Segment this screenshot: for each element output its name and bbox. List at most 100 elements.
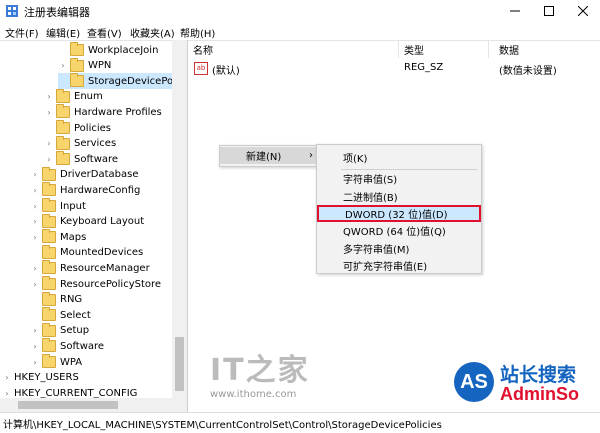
tree-item[interactable]: › Keyboard Layout xyxy=(30,213,145,230)
tree-item-label: RNG xyxy=(60,294,83,306)
submenu-item-label: 多字符串值(M) xyxy=(343,244,410,256)
scrollbar-thumb[interactable] xyxy=(175,337,184,391)
tree-item[interactable]: › WPA xyxy=(30,354,82,370)
submenu-item-label: QWORD (64 位)值(Q) xyxy=(343,227,446,239)
expand-chevron-icon[interactable]: › xyxy=(58,61,68,70)
close-icon xyxy=(578,6,588,16)
column-data[interactable]: 数据 xyxy=(494,40,599,58)
maximize-icon xyxy=(544,6,554,16)
adminso-en: AdminSo xyxy=(500,384,579,404)
tree-item-label: Keyboard Layout xyxy=(60,216,145,228)
tree-item-label: Setup xyxy=(60,325,90,337)
tree-item-label: Select xyxy=(60,309,91,321)
tree-item[interactable]: › WPN xyxy=(58,57,112,74)
expand-chevron-icon[interactable]: › xyxy=(30,264,40,273)
expand-chevron-icon[interactable]: › xyxy=(2,373,12,382)
scrollbar-thumb[interactable] xyxy=(18,401,118,409)
folder-icon xyxy=(42,260,56,275)
folder-icon xyxy=(42,354,56,368)
context-menu: 新建(N) › xyxy=(219,145,320,167)
expand-chevron-icon[interactable]: › xyxy=(44,92,54,101)
tree-item[interactable]: › Software xyxy=(44,151,118,167)
folder-icon xyxy=(42,229,56,244)
column-name[interactable]: 名称 xyxy=(188,40,399,58)
tree-item-label: MountedDevices xyxy=(60,247,144,259)
submenu-item[interactable]: DWORD (32 位)值(D) xyxy=(317,204,481,222)
title-bar: 注册表编辑器 xyxy=(0,0,600,22)
folder-icon xyxy=(70,42,84,56)
tree-item[interactable]: WorkplaceJoin xyxy=(58,42,158,58)
tree-item-label: Software xyxy=(60,340,105,352)
expand-chevron-icon[interactable]: › xyxy=(30,186,40,195)
tree-item[interactable]: › Maps xyxy=(30,229,86,245)
tree-item[interactable]: › Input xyxy=(30,198,86,214)
folder-icon xyxy=(56,120,70,134)
expand-chevron-icon[interactable]: › xyxy=(30,202,40,211)
tree-item-label: Software xyxy=(74,153,119,165)
submenu-item-label: 项(K) xyxy=(343,154,368,165)
submenu-item-label: 二进制值(B) xyxy=(343,192,398,204)
tree-item[interactable]: › ResourcePolicyStore xyxy=(30,276,161,292)
expand-chevron-icon[interactable]: › xyxy=(30,233,40,242)
registry-tree: WorkplaceJoin › WPN StorageDevicePolicies › E… xyxy=(0,40,188,412)
menu-item-new[interactable]: 新建(N) › xyxy=(220,147,319,164)
window-title: 注册表编辑器 xyxy=(24,6,90,19)
expand-chevron-icon[interactable]: › xyxy=(30,358,40,367)
minimize-button[interactable] xyxy=(498,0,532,22)
value-data: (数值未设置) xyxy=(499,66,557,77)
column-type[interactable]: 类型 xyxy=(399,40,489,58)
expand-chevron-icon[interactable]: › xyxy=(30,342,40,351)
tree-item-label: WPN xyxy=(88,60,112,72)
tree-item[interactable]: RNG xyxy=(30,291,83,308)
expand-chevron-icon[interactable]: › xyxy=(44,108,54,117)
tree-item[interactable]: Policies xyxy=(44,120,111,136)
submenu-item[interactable]: 二进制值(B) xyxy=(317,188,481,205)
menu-file[interactable]: 文件(F) xyxy=(5,25,39,40)
submenu-item-label: DWORD (32 位)值(D) xyxy=(345,209,448,221)
ithome-url: www.ithome.com xyxy=(210,389,297,400)
maximize-button[interactable] xyxy=(532,0,566,22)
expand-chevron-icon[interactable]: › xyxy=(30,326,40,335)
menu-favorites[interactable]: 收藏夹(A) xyxy=(130,25,175,40)
close-button[interactable] xyxy=(566,0,600,22)
expand-chevron-icon[interactable]: › xyxy=(44,155,54,164)
menu-edit[interactable]: 编辑(E) xyxy=(46,25,80,40)
menu-view[interactable]: 查看(V) xyxy=(87,25,122,40)
tree-vertical-scrollbar[interactable] xyxy=(172,40,187,398)
expand-chevron-icon[interactable]: › xyxy=(30,170,40,179)
expand-chevron-icon[interactable]: › xyxy=(30,217,40,226)
tree-item[interactable]: › HardwareConfig xyxy=(30,182,140,198)
tree-item[interactable]: › Setup xyxy=(30,322,90,339)
tree-item-label: Services xyxy=(74,138,117,150)
adminso-cn: 站长搜索 xyxy=(500,364,577,386)
tree-item[interactable]: › Services xyxy=(44,135,117,152)
tree-item[interactable]: › Hardware Profiles xyxy=(44,104,162,120)
folder-icon xyxy=(42,213,56,228)
tree-item[interactable]: › HKEY_USERS xyxy=(2,370,78,386)
folder-icon xyxy=(56,88,70,103)
submenu-item[interactable]: 多字符串值(M) xyxy=(317,240,481,257)
expand-chevron-icon[interactable]: › xyxy=(44,139,54,148)
tree-item[interactable]: › Software xyxy=(30,338,104,354)
expand-chevron-icon[interactable]: › xyxy=(30,280,40,289)
submenu-item[interactable]: 字符串值(S) xyxy=(317,170,481,187)
folder-icon xyxy=(70,73,84,88)
submenu-item[interactable]: QWORD (64 位)值(Q) xyxy=(317,222,481,239)
submenu-item[interactable]: 项(K) xyxy=(317,149,481,166)
submenu-item[interactable]: 可扩充字符串值(E) xyxy=(317,257,481,274)
tree-item[interactable]: › DriverDatabase xyxy=(30,166,139,183)
tree-item-label: ResourcePolicyStore xyxy=(60,278,162,290)
tree-item[interactable]: MountedDevices xyxy=(30,244,144,261)
expand-chevron-icon[interactable]: › xyxy=(2,389,12,398)
tree-item[interactable]: StorageDevicePolicies xyxy=(58,73,187,90)
value-row[interactable]: ab (默认) REG_SZ (数值未设置) xyxy=(188,60,600,77)
tree-item[interactable]: › Enum xyxy=(44,88,103,105)
status-bar: 计算机\HKEY_LOCAL_MACHINE\SYSTEM\CurrentCon… xyxy=(0,412,600,433)
submenu-item-label: 字符串值(S) xyxy=(343,175,398,187)
tree-horizontal-scrollbar[interactable] xyxy=(0,398,187,412)
menu-help[interactable]: 帮助(H) xyxy=(180,25,215,40)
tree-item[interactable]: › ResourceManager xyxy=(30,260,150,276)
folder-icon xyxy=(42,291,56,306)
folder-icon xyxy=(56,135,70,150)
tree-item[interactable]: Select xyxy=(30,307,91,323)
